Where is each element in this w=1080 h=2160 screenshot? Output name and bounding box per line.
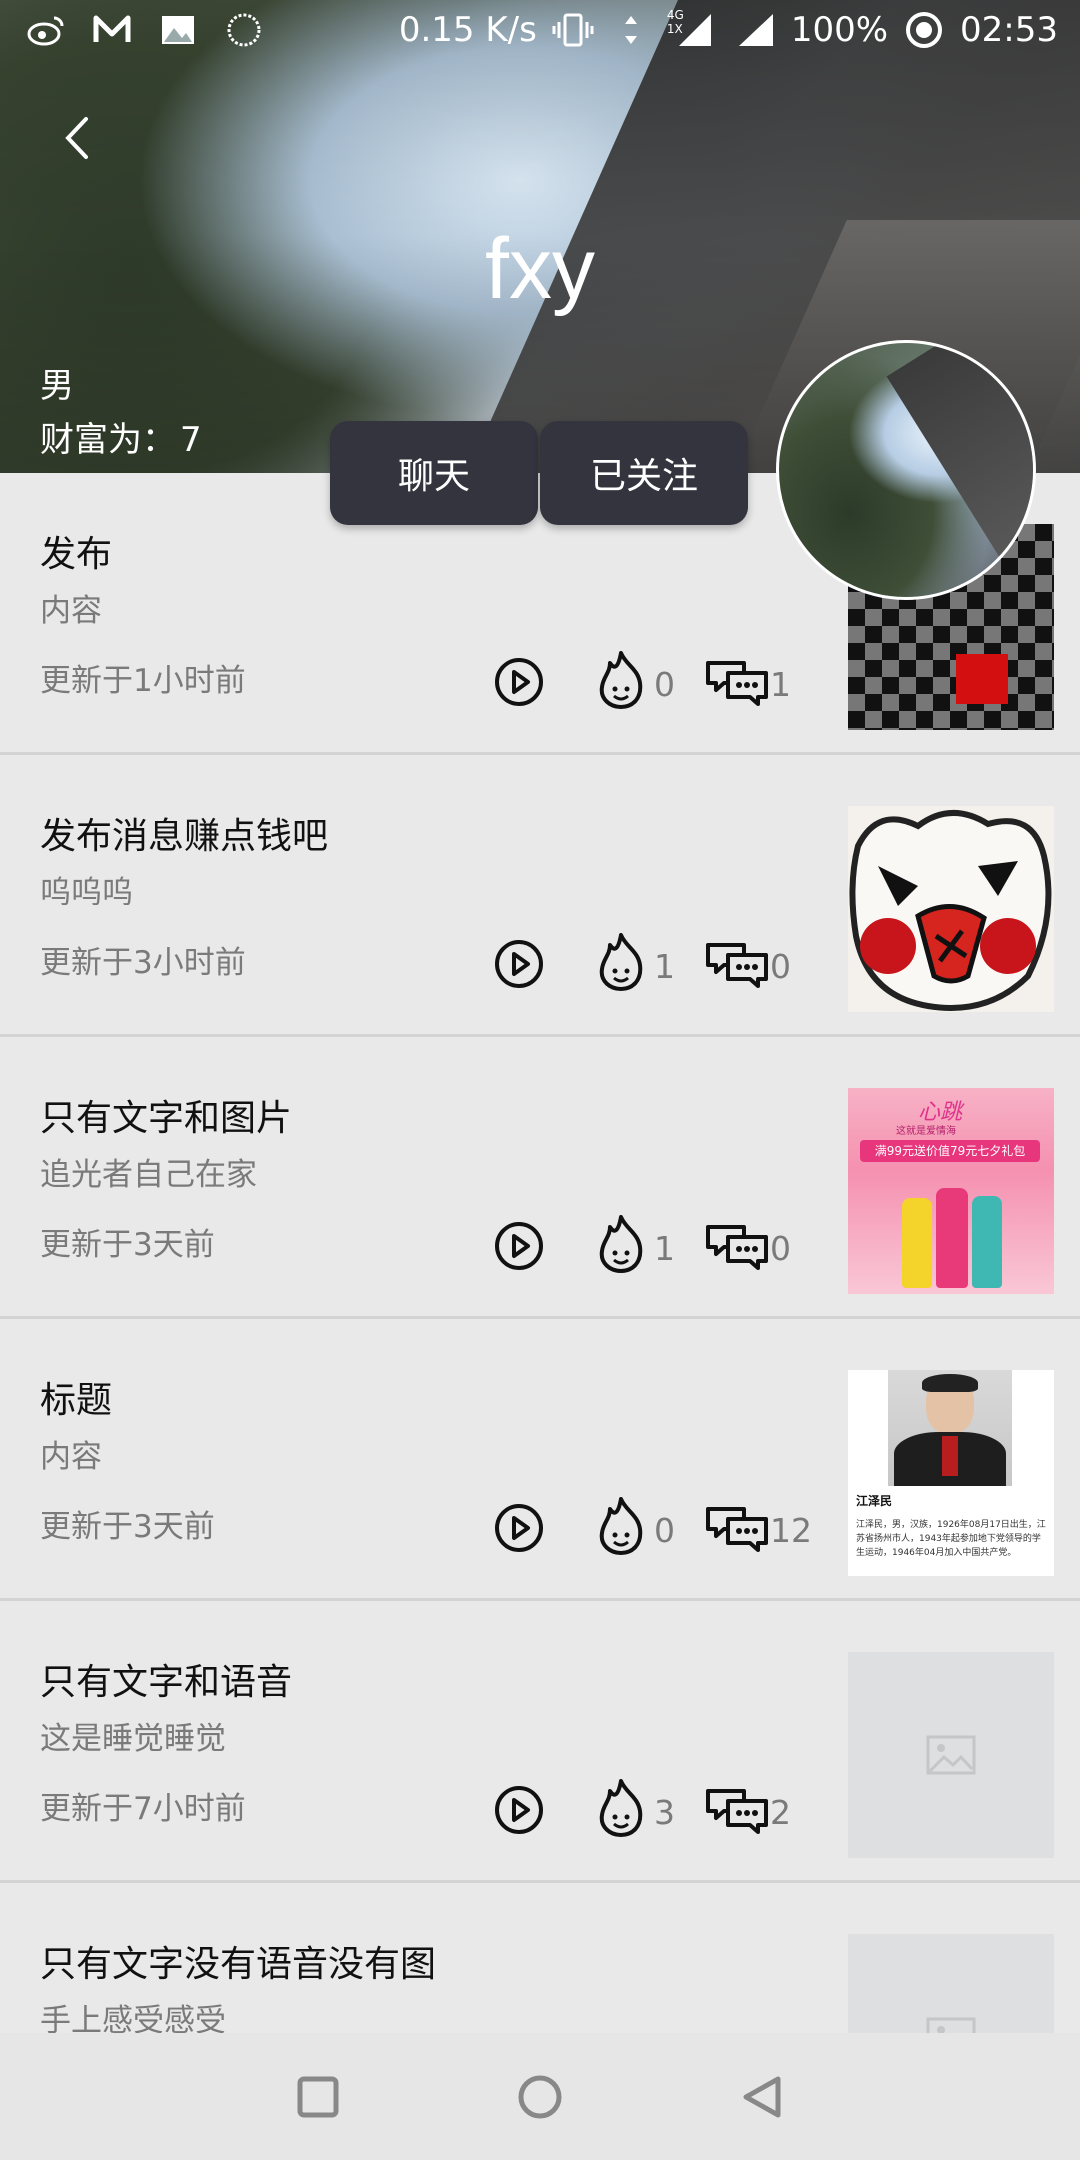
circle-icon — [222, 10, 266, 50]
chat-button[interactable]: 聊天 — [330, 421, 538, 525]
fire-icon[interactable] — [592, 1495, 650, 1557]
battery-level: 100% — [790, 10, 889, 50]
news-name: 江泽民 — [856, 1494, 893, 1508]
signal-icon: 4G 1X — [666, 8, 719, 50]
post-title: 只有文字没有语音没有图 — [40, 1944, 437, 1985]
square-icon — [297, 2076, 339, 2118]
portrait-photo — [888, 1370, 1012, 1486]
fire-icon[interactable] — [592, 649, 650, 711]
signal-icon — [733, 10, 777, 50]
comment-count: 0 — [770, 947, 791, 986]
list-item[interactable]: 标题 内容 更新于3天前 0 12 江泽民 江泽民，男，汉族，1926年08月1… — [0, 1319, 1080, 1601]
ad-banner: 满99元送价值79元七夕礼包 — [860, 1140, 1040, 1162]
play-icon[interactable] — [493, 1784, 545, 1836]
post-title: 发布消息赚点钱吧 — [40, 816, 329, 857]
comment-count: 1 — [770, 665, 791, 704]
home-button[interactable] — [514, 2071, 566, 2123]
profile-gender: 男 — [40, 366, 74, 406]
post-title: 发布 — [40, 534, 113, 575]
triangle-back-icon — [743, 2076, 781, 2118]
post-content: 追光者自己在家 — [40, 1157, 257, 1193]
comment-icon[interactable] — [704, 1503, 770, 1555]
post-thumbnail[interactable] — [848, 1934, 1054, 2033]
like-count: 3 — [654, 1793, 675, 1832]
play-icon[interactable] — [493, 1502, 545, 1554]
like-count: 1 — [654, 1229, 675, 1268]
wealth-value: 7 — [180, 420, 202, 460]
post-title: 标题 — [40, 1380, 113, 1421]
list-item[interactable]: 只有文字没有语音没有图 手上感受感受 — [0, 1883, 1080, 2033]
image-icon — [156, 10, 200, 50]
post-time: 更新于3天前 — [40, 1509, 215, 1545]
comment-count: 12 — [770, 1511, 812, 1550]
fire-icon[interactable] — [592, 1213, 650, 1275]
ad-subheading: 这就是爱情海 — [896, 1126, 956, 1137]
post-content: 手上感受感受 — [40, 2003, 226, 2033]
comment-icon[interactable] — [704, 939, 770, 991]
back-nav-button[interactable] — [736, 2071, 788, 2123]
post-title: 只有文字和语音 — [40, 1662, 293, 1703]
fire-icon[interactable] — [592, 1777, 650, 1839]
post-thumbnail[interactable]: 江泽民 江泽民，男，汉族，1926年08月17日出生，江苏省扬州市人，1943年… — [848, 1370, 1054, 1576]
wealth-label: 财富为： — [40, 420, 176, 460]
image-placeholder-icon — [926, 2017, 976, 2033]
post-content: 这是睡觉睡觉 — [40, 1721, 226, 1757]
post-title: 只有文字和图片 — [40, 1098, 293, 1139]
status-bar: 0.15 K/s 4G 1X 100% 02:53 — [0, 0, 1080, 64]
network-speed: 0.15 K/s — [398, 10, 537, 50]
post-thumbnail[interactable]: 心跳 这就是爱情海 满99元送价值79元七夕礼包 — [848, 1088, 1054, 1294]
comment-icon[interactable] — [704, 1221, 770, 1273]
thumbnail-red-square — [956, 654, 1008, 704]
circle-icon — [518, 2075, 562, 2119]
system-nav-bar — [0, 2033, 1080, 2160]
follow-button[interactable]: 已关注 — [540, 421, 748, 525]
post-thumbnail[interactable] — [848, 1652, 1054, 1858]
comment-count: 2 — [770, 1793, 791, 1832]
post-time: 更新于3天前 — [40, 1227, 215, 1263]
post-content: 内容 — [40, 593, 102, 629]
network-badge: 4G 1X — [666, 8, 684, 36]
post-content: 呜呜呜 — [40, 875, 133, 911]
play-icon[interactable] — [493, 938, 545, 990]
list-item[interactable]: 只有文字和语音 这是睡觉睡觉 更新于7小时前 3 2 — [0, 1601, 1080, 1883]
chevron-left-icon — [65, 117, 88, 159]
weibo-icon — [24, 10, 68, 50]
avatar-photo-beam — [886, 343, 1033, 597]
bottle-yellow — [902, 1198, 932, 1288]
news-body: 江泽民，男，汉族，1926年08月17日出生，江苏省扬州市人，1943年起参加地… — [856, 1520, 1046, 1558]
alarm-icon — [902, 10, 946, 50]
data-arrows-icon — [609, 10, 653, 50]
clock-time: 02:53 — [960, 10, 1058, 50]
list-item[interactable]: 只有文字和图片 追光者自己在家 更新于3天前 1 0 心跳 这就是爱情海 满99… — [0, 1037, 1080, 1319]
list-item[interactable]: 发布消息赚点钱吧 呜呜呜 更新于3小时前 1 0 — [0, 755, 1080, 1037]
comment-icon[interactable] — [704, 657, 770, 709]
post-time: 更新于3小时前 — [40, 945, 246, 981]
like-count: 0 — [654, 1511, 675, 1550]
bear-sticker-image — [848, 806, 1054, 1012]
profile-wealth: 财富为： 7 — [40, 412, 202, 461]
bottle-pink — [936, 1188, 968, 1288]
post-list[interactable]: 发布 内容 更新于1小时前 0 1 发布消息赚点钱吧 呜呜呜 更新于3小时前 1… — [0, 473, 1080, 2033]
post-thumbnail[interactable] — [848, 806, 1054, 1012]
post-time: 更新于7小时前 — [40, 1791, 246, 1827]
fire-icon[interactable] — [592, 931, 650, 993]
post-time: 更新于1小时前 — [40, 663, 246, 699]
post-content: 内容 — [40, 1439, 102, 1475]
comment-icon[interactable] — [704, 1785, 770, 1837]
like-count: 1 — [654, 947, 675, 986]
profile-username: fxy — [485, 221, 595, 317]
avatar[interactable] — [776, 340, 1036, 600]
like-count: 0 — [654, 665, 675, 704]
vibrate-icon — [551, 10, 595, 50]
play-icon[interactable] — [493, 656, 545, 708]
comment-count: 0 — [770, 1229, 791, 1268]
play-icon[interactable] — [493, 1220, 545, 1272]
m-icon — [90, 10, 134, 50]
image-placeholder-icon — [926, 1735, 976, 1775]
recents-button[interactable] — [292, 2071, 344, 2123]
back-button[interactable] — [52, 108, 102, 168]
bottle-teal — [972, 1196, 1002, 1288]
